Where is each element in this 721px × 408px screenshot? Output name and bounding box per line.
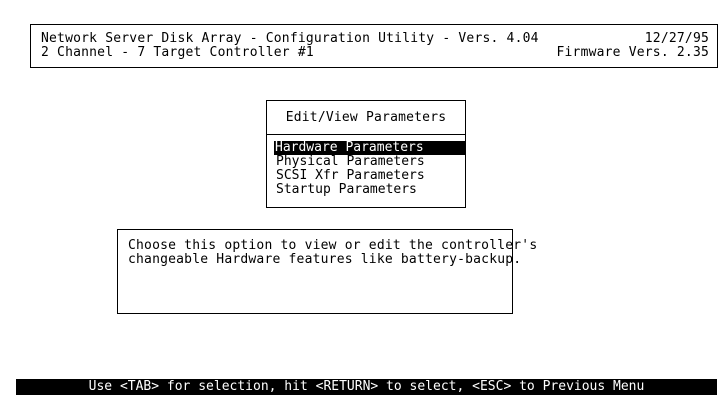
description-line-2: changeable Hardware features like batter… [128,252,522,267]
status-bar: Use <TAB> for selection, hit <RETURN> to… [16,379,717,395]
menu-item-scsi-xfr-parameters[interactable]: SCSI Xfr Parameters [275,169,428,183]
header-date: 12/27/95 [644,31,709,46]
description-box: Choose this option to view or edit the c… [117,229,537,314]
menu-item-physical-parameters[interactable]: Physical Parameters [275,155,428,169]
description-line-1: Choose this option to view or edit the c… [128,238,538,253]
menu-list: Hardware Parameters Physical Parameters … [266,134,466,208]
menu-item-hardware-parameters[interactable]: Hardware Parameters [274,141,465,155]
menu-title: Edit/View Parameters [285,110,447,125]
menu-item-startup-parameters[interactable]: Startup Parameters [275,183,420,197]
menu-title-box: Edit/View Parameters [266,100,466,136]
app-title: Network Server Disk Array - Configuratio… [41,31,539,46]
header-box: Network Server Disk Array - Configuratio… [30,24,718,68]
firmware-version: Firmware Vers. 2.35 [556,45,709,60]
dos-screen: Network Server Disk Array - Configuratio… [16,15,718,397]
controller-info: 2 Channel - 7 Target Controller #1 [41,45,314,60]
